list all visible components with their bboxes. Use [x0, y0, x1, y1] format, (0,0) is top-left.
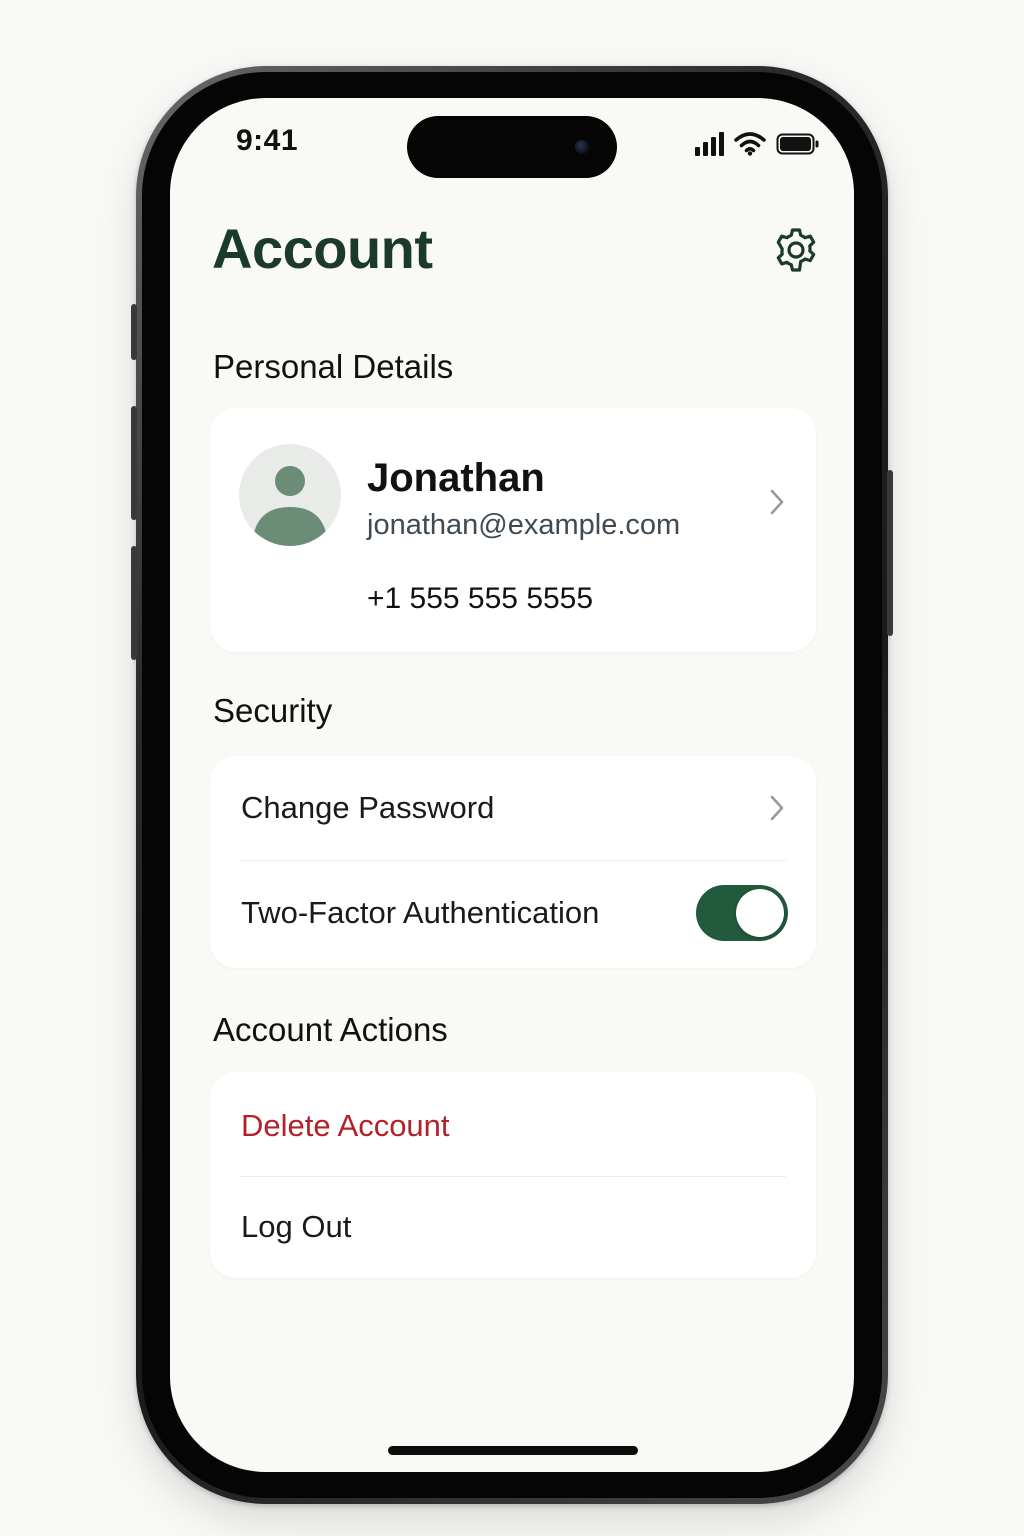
volume-up-button — [131, 406, 137, 520]
profile-card[interactable]: Jonathan jonathan@example.com +1 555 555… — [210, 408, 816, 652]
front-camera-icon — [575, 140, 589, 154]
home-indicator[interactable] — [388, 1446, 638, 1455]
page: 9:41 Account Personal Details Jonathan j… — [0, 0, 1024, 1536]
two-factor-toggle[interactable] — [696, 885, 788, 941]
chevron-right-icon — [770, 795, 784, 821]
phone-screen: 9:41 Account Personal Details Jonathan j… — [170, 98, 854, 1472]
chevron-right-icon — [770, 489, 784, 515]
wifi-icon — [734, 132, 766, 156]
section-label-security: Security — [213, 692, 333, 729]
cellular-signal-icon — [695, 132, 724, 156]
log-out-label: Log Out — [241, 1209, 352, 1244]
user-avatar-icon — [252, 466, 328, 546]
dynamic-island — [407, 116, 617, 178]
two-factor-label: Two-Factor Authentication — [241, 895, 600, 930]
delete-account-label: Delete Account — [241, 1108, 450, 1143]
two-factor-row: Two-Factor Authentication — [210, 861, 816, 968]
avatar — [239, 444, 341, 546]
section-label-account-actions: Account Actions — [213, 1011, 448, 1048]
status-icons — [695, 128, 820, 156]
profile-email: jonathan@example.com — [367, 509, 681, 541]
battery-icon — [776, 133, 819, 155]
profile-phone: +1 555 555 5555 — [367, 582, 594, 615]
change-password-row[interactable]: Change Password — [210, 756, 816, 860]
log-out-button[interactable]: Log Out — [210, 1177, 816, 1278]
delete-account-button[interactable]: Delete Account — [210, 1072, 816, 1176]
security-card: Change Password Two-Factor Authenticatio… — [210, 756, 816, 968]
power-button — [887, 470, 893, 636]
gear-icon — [776, 228, 816, 272]
page-title: Account — [212, 217, 433, 280]
action-button — [131, 304, 137, 360]
section-label-personal-details: Personal Details — [213, 348, 454, 385]
toggle-knob — [736, 889, 784, 937]
settings-button[interactable] — [772, 226, 820, 274]
change-password-label: Change Password — [241, 790, 495, 825]
volume-down-button — [131, 546, 137, 660]
profile-name: Jonathan — [367, 456, 545, 500]
account-actions-card: Delete Account Log Out — [210, 1072, 816, 1278]
status-time: 9:41 — [236, 124, 299, 157]
